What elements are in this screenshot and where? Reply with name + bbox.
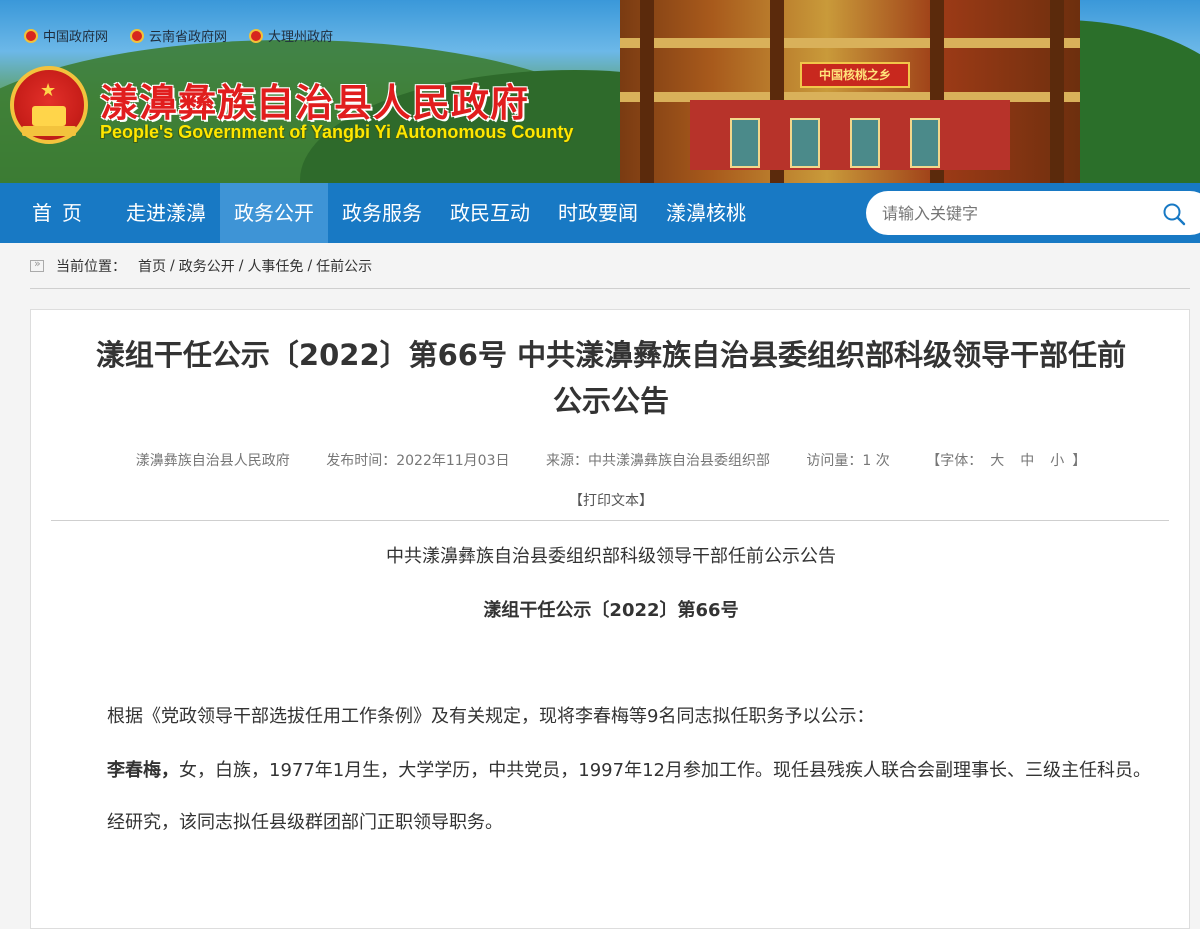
top-link-yunnan[interactable]: 云南省政府网 [130,26,227,45]
document-heading: 中共漾濞彝族自治县委组织部科级领导干部任前公示公告 [386,546,836,567]
breadcrumb: 当前位置： 首页 / 政务公开 / 人事任免 / 任前公示 [30,243,1190,289]
location-icon [30,257,44,272]
header-banner: 中国核桃之乡 中国政府网 云南省政府网 大理州政府 ★ 漾濞彝族自治县人民政府 … [0,0,1200,183]
gate-window [790,118,820,168]
search-box [866,191,1200,235]
meta-publish-time: 发布时间：2022年11月03日 [326,453,510,469]
font-medium-button[interactable]: 中 [1020,453,1034,469]
article-meta: 漾濞彝族自治县人民政府 发布时间：2022年11月03日 来源：中共漾濞彝族自治… [31,450,1191,470]
breadcrumb-item-personnel[interactable]: 人事任免 [247,256,303,276]
gate-post [1050,0,1064,183]
print-row: 【打印文本】 [31,490,1191,510]
gate-window [910,118,940,168]
article-panel: 漾组干任公示〔2022〕第66号 中共漾濞彝族自治县委组织部科级领导干部任前公示… [30,309,1190,929]
article-body: 中共漾濞彝族自治县委组织部科级领导干部任前公示公告 漾组干任公示〔2022〕第6… [71,540,1151,840]
gate-sign: 中国核桃之乡 [800,62,910,88]
font-small-button[interactable]: 小 [1050,453,1064,469]
gate-beam [620,38,1080,48]
candidate-name: 李春梅， [107,760,179,781]
national-emblem-icon [249,28,264,43]
national-emblem-icon [130,28,145,43]
gate-window [730,118,760,168]
gate-window [850,118,880,168]
body-paragraph: 李春梅，女，白族，1977年1月生，大学学历，中共党员，1997年12月参加工作… [71,754,1151,788]
font-size-control: 【字体： 大中小】 [926,453,1086,469]
main-nav: 首页 走进漾濞 政务公开 政务服务 政民互动 时政要闻 漾濞核桃 [0,183,1200,243]
top-links: 中国政府网 云南省政府网 大理州政府 [24,26,333,45]
national-emblem-icon [24,28,38,43]
nav-item-services[interactable]: 政务服务 [328,183,436,243]
tiananmen-icon [32,106,66,126]
candidate-details: 女，白族，1977年1月生，大学学历，中共党员，1997年12月参加工作。现任县… [179,760,1151,781]
document-number: 漾组干任公示〔2022〕第66号 [483,600,739,621]
breadcrumb-item-gov-affairs[interactable]: 政务公开 [179,256,235,276]
breadcrumb-label: 当前位置： [56,258,126,275]
gate-post [640,0,654,183]
body-paragraph: 经研究，该同志拟任县级群团部门正职领导职务。 [107,812,503,833]
site-subtitle: People's Government of Yangbi Yi Autonom… [100,122,574,142]
top-link-label: 中国政府网 [43,30,109,45]
top-link-gov-cn[interactable]: 中国政府网 [24,26,108,45]
meta-publisher: 漾濞彝族自治县人民政府 [135,453,290,469]
top-link-label: 大理州政府 [268,30,334,45]
font-large-button[interactable]: 大 [990,453,1004,469]
body-paragraph: 根据《党政领导干部选拔任用工作条例》及有关规定，现将李春梅等9名同志拟任职务予以… [107,706,875,727]
meta-visits: 访问量：1 次 [806,453,890,469]
nav-item-gov-affairs[interactable]: 政务公开 [220,183,328,243]
font-size-close: 】 [1072,453,1087,469]
nav-item-walnut[interactable]: 漾濞核桃 [652,183,760,243]
site-title[interactable]: 漾濞彝族自治县人民政府 [100,72,529,127]
nav-item-interaction[interactable]: 政民互动 [436,183,544,243]
article-divider [51,520,1169,521]
breadcrumb-item-pre-appointment[interactable]: 任前公示 [316,256,372,276]
breadcrumb-item-home[interactable]: 首页 [138,256,166,276]
star-icon: ★ [40,80,57,101]
top-link-label: 云南省政府网 [149,30,228,45]
nav-item-about[interactable]: 走进漾濞 [112,183,220,243]
banner-gate-image: 中国核桃之乡 [620,0,1080,183]
article-title: 漾组干任公示〔2022〕第66号 中共漾濞彝族自治县委组织部科级领导干部任前公示… [95,338,1127,418]
nav-item-home[interactable]: 首页 [0,183,112,243]
font-size-label: 【字体： [926,453,983,469]
meta-source: 来源：中共漾濞彝族自治县委组织部 [545,453,770,469]
nav-item-news[interactable]: 时政要闻 [544,183,652,243]
emblem-base [22,126,76,136]
breadcrumb-separator: / [238,257,244,274]
national-emblem-logo[interactable]: ★ [10,66,88,144]
top-link-dali[interactable]: 大理州政府 [249,26,333,45]
breadcrumb-separator: / [307,257,313,274]
print-button[interactable]: 【打印文本】 [569,493,653,509]
search-icon[interactable] [1162,202,1186,226]
breadcrumb-separator: / [170,257,175,274]
search-input[interactable] [882,203,1152,223]
